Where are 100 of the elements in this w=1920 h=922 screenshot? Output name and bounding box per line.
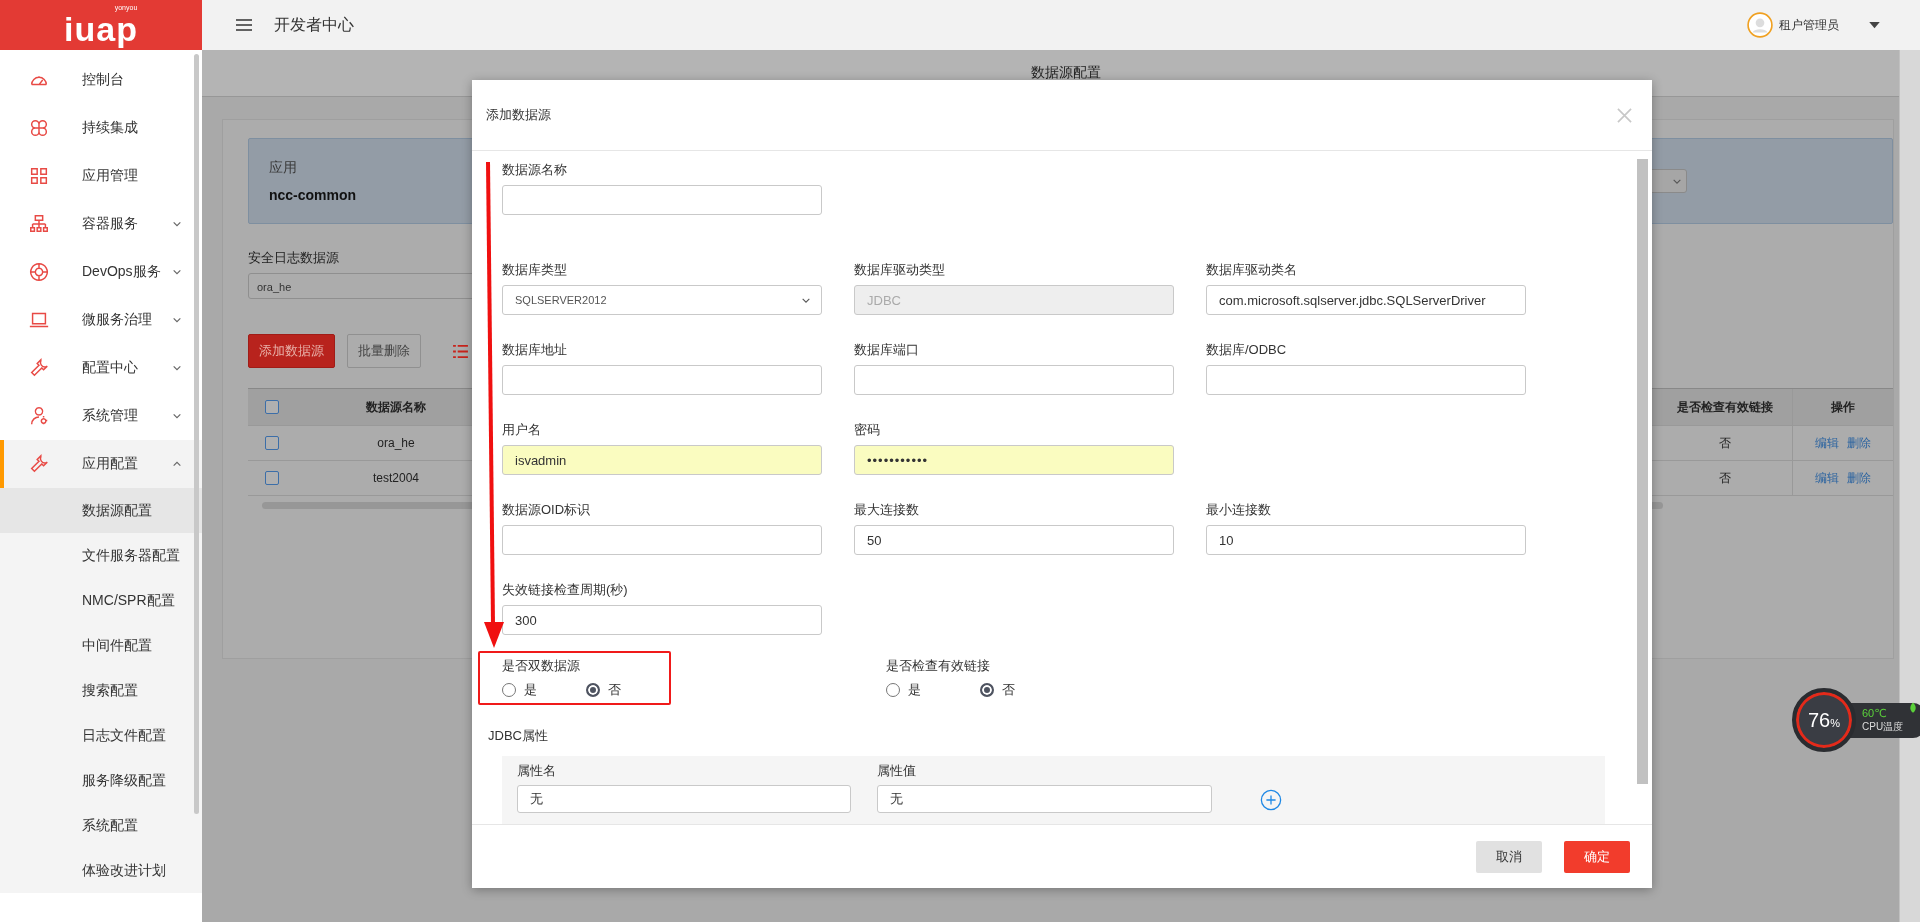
caret-icon: [1672, 177, 1682, 185]
close-icon[interactable]: [1617, 107, 1632, 123]
field-label: 安全日志数据源: [248, 249, 340, 267]
input-field[interactable]: 无: [877, 785, 1212, 813]
sidebar-item[interactable]: DevOps服务: [0, 248, 202, 296]
input-field[interactable]: com.microsoft.sqlserver.jdbc.SQLServerDriver: [1206, 285, 1526, 315]
lifebuoy-icon: [28, 261, 50, 283]
toolbar-button[interactable]: 添加数据源: [248, 334, 335, 368]
field-label: 是否双数据源: [502, 657, 581, 675]
add-icon[interactable]: [1260, 789, 1282, 811]
user-gear-icon: [28, 405, 50, 427]
sidebar-item[interactable]: 配置中心: [0, 344, 202, 392]
field-label: 最小连接数: [1206, 501, 1272, 519]
menu-icon[interactable]: [236, 19, 252, 31]
input-field[interactable]: [502, 525, 822, 555]
table-cell-text: test2004: [371, 471, 420, 485]
scrollbar[interactable]: [1637, 159, 1648, 784]
app-value: ncc-common: [269, 187, 357, 203]
sidebar-item[interactable]: 持续集成: [0, 104, 202, 152]
section-title: JDBC属性: [488, 727, 549, 745]
column-header: 是否检查有效链接: [1675, 398, 1774, 416]
field-label: 数据库/ODBC: [1206, 341, 1288, 359]
radio-label: 否: [1002, 681, 1015, 699]
sidebar-subitem[interactable]: 数据源配置: [0, 488, 202, 533]
wrench-icon: [28, 357, 50, 379]
caret-icon: [801, 296, 811, 304]
radio-button[interactable]: [886, 683, 900, 697]
field-label: 数据源名称: [502, 161, 568, 179]
sidebar-item[interactable]: 应用配置: [0, 440, 202, 488]
radio-button[interactable]: [502, 683, 516, 697]
wrench-icon: [28, 453, 50, 475]
input-field[interactable]: 300: [502, 605, 822, 635]
input-field[interactable]: isvadmin: [502, 445, 822, 475]
sidebar-subitem[interactable]: 日志文件配置: [0, 713, 202, 758]
sidebar-item[interactable]: 应用管理: [0, 152, 202, 200]
field-label: 数据源OID标识: [502, 501, 592, 519]
cpu-temperature: 60℃: [1862, 706, 1888, 720]
list-icon[interactable]: [453, 344, 468, 358]
checkbox[interactable]: [265, 436, 279, 450]
sidebar-item[interactable]: 微服务治理: [0, 296, 202, 344]
sidebar-item[interactable]: 系统管理: [0, 392, 202, 440]
app-label: 应用: [269, 159, 298, 177]
leaf-icon: [1909, 702, 1918, 714]
radio-label: 是: [908, 681, 921, 699]
sidebar-item[interactable]: 控制台: [0, 56, 202, 104]
dialog-button[interactable]: 取消: [1476, 840, 1542, 873]
field-label: 是否检查有效链接: [886, 657, 991, 675]
field-label: 数据库地址: [502, 341, 568, 359]
field-label: 用户名: [502, 421, 542, 439]
caret-icon[interactable]: [1869, 21, 1880, 29]
input-field[interactable]: [1206, 365, 1526, 395]
checkbox[interactable]: [265, 471, 279, 485]
dialog-button[interactable]: 确定: [1564, 840, 1630, 873]
sidebar-subitem[interactable]: 体验改进计划: [0, 848, 202, 893]
column-header: 数据源名称: [365, 398, 427, 416]
sidebar-subitem[interactable]: 中间件配置: [0, 623, 202, 668]
chevron-icon: [172, 219, 182, 229]
app-title: 开发者中心: [274, 14, 354, 35]
chevron-icon: [172, 363, 182, 373]
sidebar-subitem[interactable]: 搜索配置: [0, 668, 202, 713]
input-field[interactable]: [854, 365, 1174, 395]
table-cell-text: 否: [1717, 434, 1732, 452]
cpu-label: CPU温度: [1862, 719, 1904, 734]
field-label: 属性值: [877, 762, 917, 780]
sidebar-item[interactable]: 容器服务: [0, 200, 202, 248]
input-field[interactable]: [502, 365, 822, 395]
checkbox[interactable]: [265, 400, 279, 414]
field-label: 数据库驱动类型: [854, 261, 946, 279]
input-field[interactable]: •••••••••••: [854, 445, 1174, 475]
avatar-icon[interactable]: [1747, 12, 1773, 38]
chevron-icon: [172, 267, 182, 277]
cpu-percent: 76%: [1808, 708, 1840, 732]
chevron-icon: [172, 315, 182, 325]
field-label: 数据库端口: [854, 341, 920, 359]
grid-icon: [28, 165, 50, 187]
sitemap-icon: [28, 213, 50, 235]
input-field[interactable]: 10: [1206, 525, 1526, 555]
sidebar-subitem[interactable]: NMC/SPR配置: [0, 578, 202, 623]
input-field[interactable]: 无: [517, 785, 851, 813]
radio-button[interactable]: [585, 683, 600, 697]
page-title: 数据源配置: [1030, 64, 1101, 82]
scrollbar[interactable]: [194, 54, 199, 814]
radio-button[interactable]: [980, 683, 994, 697]
radio-label: 否: [607, 681, 621, 699]
sidebar-subitem[interactable]: 服务降级配置: [0, 758, 202, 803]
input-field[interactable]: 50: [854, 525, 1174, 555]
input-field[interactable]: [502, 185, 822, 215]
field-label: 属性名: [517, 762, 557, 780]
field-label: 失效链接检查周期(秒): [502, 581, 629, 599]
field-label: 最大连接数: [854, 501, 920, 519]
table-cell-text: ora_he: [376, 436, 416, 450]
column-header: 操作: [1792, 389, 1893, 425]
sidebar-subitem[interactable]: 系统配置: [0, 803, 202, 848]
sidebar-subitem[interactable]: 文件服务器配置: [0, 533, 202, 578]
user-name[interactable]: 租户管理员: [1779, 16, 1839, 34]
table-cell-text: 否: [1717, 469, 1732, 487]
field-label: 密码: [854, 421, 881, 439]
select-field[interactable]: SQLSERVER2012: [502, 285, 822, 315]
chevron-icon: [172, 459, 182, 469]
toolbar-button[interactable]: 批量删除: [347, 334, 421, 368]
